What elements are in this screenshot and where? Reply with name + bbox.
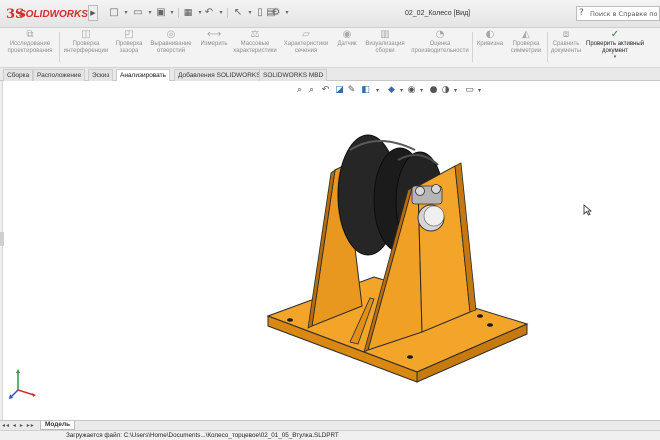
title-bar: 3S SOLIDWORKS ▶ □ ▾ ▭ ▾ ▣ ▾ ▦ ▾ ↶ ▾ ↖ ▾ …: [0, 0, 660, 28]
hide-show-dropdown-icon[interactable]: ▾: [416, 85, 427, 96]
clearance-button[interactable]: ◰ Проверка зазора: [113, 29, 145, 66]
measure-button[interactable]: ⟷ Измерить: [197, 29, 231, 66]
view-orientation-icon[interactable]: ◧: [360, 85, 371, 96]
select-pointer-icon[interactable]: ↖: [232, 7, 244, 19]
help-search-box[interactable]: ? Поиск в Справке по SOLIDWORKS: [576, 6, 660, 21]
curvature-label: Кривизна: [476, 41, 504, 47]
compare-label: Сравнить документы: [550, 41, 582, 54]
mass-properties-icon: ⚖: [250, 29, 260, 40]
compare-icon: ⧈: [562, 29, 570, 40]
assembly-visualization-button[interactable]: ▥ Визуализация сборки: [361, 29, 409, 66]
sensor-label: Датчик: [337, 41, 357, 47]
feature-manager-collapsed[interactable]: [0, 81, 3, 420]
options-dropdown-icon[interactable]: ▾: [281, 7, 293, 19]
status-message: Загружается файл: C:\Users\Home\Document…: [66, 432, 339, 439]
hole-alignment-icon: ◎: [166, 29, 176, 40]
curvature-button[interactable]: ◐ Кривизна: [474, 29, 506, 66]
help-icon: ?: [579, 8, 584, 18]
performance-label: Оценка производительности: [411, 41, 469, 54]
clearance-icon: ◰: [124, 29, 134, 40]
mass-properties-label: Массовые характеристики: [233, 41, 277, 54]
tab-evaluate[interactable]: Анализировать: [116, 69, 171, 81]
performance-icon: ◔: [435, 29, 445, 40]
save-dropdown-icon[interactable]: ▾: [166, 7, 178, 19]
check-document-label: Проверить активный документ: [586, 41, 644, 54]
hole-alignment-label: Выравнивание отверстий: [150, 41, 192, 54]
print-icon[interactable]: ▦: [182, 7, 194, 19]
design-study-icon: ⧉: [26, 29, 34, 40]
assembly-visualization-icon: ▥: [380, 29, 390, 40]
section-view-icon[interactable]: ◪: [334, 85, 345, 96]
model-tabs-bar: ◂◂ ◂ ▸ ▸▸ Модель: [0, 420, 660, 430]
command-manager: ⧉ Исследование проектирования ◫ Проверка…: [0, 28, 660, 68]
mouse-pointer-icon: [583, 204, 593, 216]
compare-documents-button[interactable]: ⧈ Сравнить документы: [549, 29, 583, 66]
logo-text: SOLIDWORKS: [19, 9, 88, 20]
symmetry-icon: ◭: [522, 29, 530, 40]
symmetry-label: Проверка симметрии: [510, 41, 542, 54]
new-document-icon[interactable]: □: [108, 7, 120, 19]
tab-layout[interactable]: Расположение: [33, 69, 86, 81]
interference-icon: ◫: [81, 29, 91, 40]
toolbar-separator: [227, 8, 228, 18]
undo-dropdown-icon[interactable]: ▾: [215, 7, 227, 19]
new-dropdown-icon[interactable]: ▾: [120, 7, 132, 19]
view-settings-dropdown-icon[interactable]: ▾: [474, 85, 485, 96]
check-document-dropdown-icon[interactable]: ▾: [585, 55, 645, 60]
toolbar-separator: [178, 8, 179, 18]
hole-alignment-button[interactable]: ◎ Выравнивание отверстий: [146, 29, 196, 66]
tab-scroll-arrows[interactable]: ◂◂ ◂ ▸ ▸▸: [2, 422, 35, 429]
sensor-icon: ◉: [342, 29, 352, 40]
view-orientation-dropdown-icon[interactable]: ▾: [372, 85, 383, 96]
check-document-icon: ✓: [610, 29, 620, 40]
sensor-button[interactable]: ◉ Датчик: [334, 29, 360, 66]
design-study-button[interactable]: ⧉ Исследование проектирования: [3, 29, 57, 66]
undo-icon[interactable]: ↶: [203, 7, 215, 19]
measure-icon: ⟷: [207, 29, 222, 40]
tab-solidworks-mbd[interactable]: SOLIDWORKS MBD: [259, 69, 328, 81]
section-properties-label: Характеристики сечения: [283, 41, 329, 54]
tab-assembly[interactable]: Сборка: [3, 69, 34, 81]
solidworks-logo[interactable]: 3S SOLIDWORKS: [6, 7, 88, 22]
appearance-icon[interactable]: ●: [428, 85, 439, 96]
symmetry-check-button[interactable]: ◭ Проверка симметрии: [507, 29, 545, 66]
command-separator: [472, 32, 473, 62]
menu-expand-button[interactable]: ▶: [88, 5, 98, 21]
interference-button[interactable]: ◫ Проверка интерференции: [60, 29, 112, 66]
assembly-visualization-label: Визуализация сборки: [365, 41, 405, 54]
dynamic-annotation-icon[interactable]: ✎: [346, 85, 357, 96]
curvature-icon: ◐: [485, 29, 495, 40]
help-search-input[interactable]: Поиск в Справке по SOLIDWORKS: [590, 10, 660, 18]
mass-properties-button[interactable]: ⚖ Массовые характеристики: [232, 29, 278, 66]
clearance-label: Проверка зазора: [115, 41, 143, 54]
scene-dropdown-icon[interactable]: ▾: [450, 85, 461, 96]
tab-model[interactable]: Модель: [40, 421, 76, 430]
wheel-bracket-assembly-model[interactable]: [250, 120, 550, 390]
measure-label: Измерить: [200, 41, 228, 47]
check-active-document-button[interactable]: ✓ Проверить активный документ ▾: [585, 29, 645, 66]
command-tabs: Сборка Расположение Эскиз Анализировать …: [0, 68, 660, 81]
zoom-area-icon[interactable]: ⌕: [306, 85, 317, 96]
section-properties-button[interactable]: ▱ Характеристики сечения: [279, 29, 333, 66]
zoom-to-fit-icon[interactable]: ⌕: [294, 85, 305, 96]
status-bar: Загружается файл: C:\Users\Home\Document…: [0, 430, 660, 440]
command-separator: [547, 32, 548, 62]
previous-view-icon[interactable]: ↶: [320, 85, 331, 96]
open-folder-icon[interactable]: ▭: [132, 7, 144, 19]
tab-sketch[interactable]: Эскиз: [88, 69, 114, 81]
tab-solidworks-addins[interactable]: Добавления SOLIDWORKS: [174, 69, 265, 81]
performance-evaluation-button[interactable]: ◔ Оценка производительности: [411, 29, 469, 66]
section-properties-icon: ▱: [302, 29, 310, 40]
reference-triad-icon: [9, 369, 36, 399]
document-title: 02_02_Колесо [Вид]: [405, 10, 471, 17]
panel-drag-handle[interactable]: [0, 232, 4, 246]
design-study-label: Исследование проектирования: [7, 41, 53, 54]
interference-label: Проверка интерференции: [63, 41, 109, 54]
